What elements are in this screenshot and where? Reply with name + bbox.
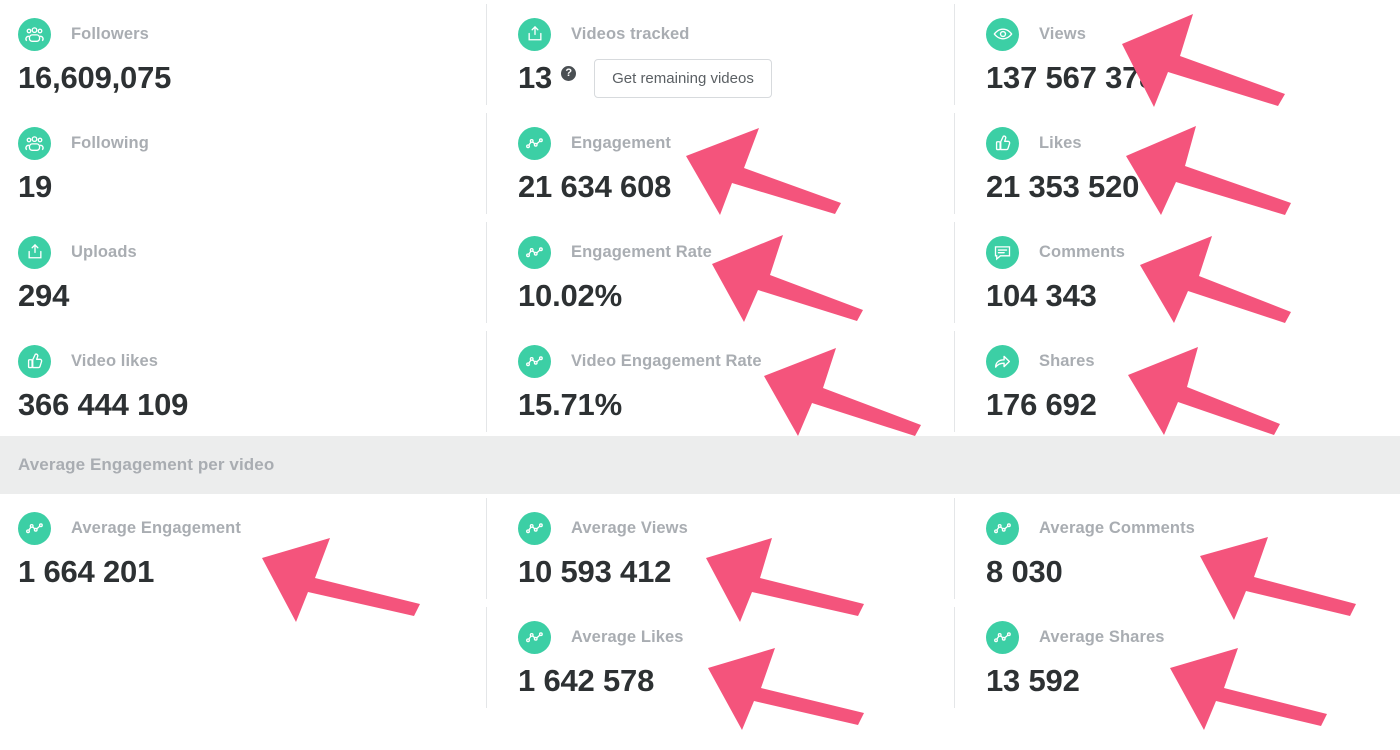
metric-card-video-likes: Video likes 366 444 109 — [0, 327, 486, 436]
comment-icon — [986, 235, 1019, 269]
metric-label: Views — [1039, 24, 1086, 43]
metric-value: 10.02% — [518, 278, 622, 313]
metric-card-likes: Likes 21 353 520 — [954, 109, 1400, 218]
metrics-column-left: Followers 16,609,075 Following 19 Upload… — [0, 0, 486, 436]
metric-card-engagement-rate: Engagement Rate 10.02% — [486, 218, 954, 327]
metric-label: Videos tracked — [571, 24, 690, 43]
metric-card-average-likes: Average Likes 1 642 578 — [486, 603, 954, 712]
metric-card-comments: Comments 104 343 — [954, 218, 1400, 327]
metric-value: 8 030 — [986, 554, 1063, 589]
graph-icon — [986, 511, 1019, 545]
metric-header: Average Shares — [986, 620, 1400, 654]
thumbs-up-icon — [986, 126, 1019, 160]
metric-value: 16,609,075 — [18, 60, 172, 95]
metric-label: Average Comments — [1039, 518, 1195, 537]
thumbs-up-icon — [18, 344, 51, 378]
metric-header: Followers — [18, 17, 486, 51]
metric-value: 1 664 201 — [18, 554, 155, 589]
metric-card-followers: Followers 16,609,075 — [0, 0, 486, 109]
empty-cell — [0, 603, 486, 712]
metric-header: Views — [986, 17, 1400, 51]
metric-card-following: Following 19 — [0, 109, 486, 218]
average-column-middle: Average Views 10 593 412 Average Likes 1… — [486, 494, 954, 712]
followers-icon — [18, 17, 51, 51]
metric-value: 13 592 — [986, 663, 1080, 698]
metric-value-row: 13 ? Get remaining videos — [518, 57, 954, 99]
metric-header: Uploads — [18, 235, 486, 269]
metric-value: 21 634 608 — [518, 169, 672, 204]
metric-label: Average Shares — [1039, 627, 1165, 646]
metric-label: Likes — [1039, 133, 1082, 152]
metric-header: Following — [18, 126, 486, 160]
graph-icon — [18, 511, 51, 545]
metric-label: Engagement Rate — [571, 242, 712, 261]
uploads-icon — [518, 17, 551, 51]
metric-label: Uploads — [71, 242, 137, 261]
share-icon — [986, 344, 1019, 378]
graph-icon — [518, 620, 551, 654]
metric-value: 21 353 520 — [986, 169, 1140, 204]
metric-label: Average Likes — [571, 627, 684, 646]
metric-value: 294 — [18, 278, 70, 313]
metric-label: Shares — [1039, 351, 1095, 370]
metric-card-videos-tracked: Videos tracked 13 ? Get remaining videos — [486, 0, 954, 109]
get-remaining-videos-button[interactable]: Get remaining videos — [594, 58, 772, 98]
metric-header: Shares — [986, 344, 1400, 378]
average-column-left: Average Engagement 1 664 201 — [0, 494, 486, 712]
graph-icon — [986, 620, 1019, 654]
metric-value: 10 593 412 — [518, 554, 672, 589]
metric-header: Likes — [986, 126, 1400, 160]
section-header-average-engagement: Average Engagement per video — [0, 436, 1400, 494]
metric-card-average-views: Average Views 10 593 412 — [486, 494, 954, 603]
metric-header: Average Engagement — [18, 511, 486, 545]
metric-label: Following — [71, 133, 149, 152]
metric-label: Comments — [1039, 242, 1126, 261]
help-icon[interactable]: ? — [561, 65, 577, 81]
metric-value: 137 567 378 — [986, 60, 1157, 95]
following-icon — [18, 126, 51, 160]
metric-card-views: Views 137 567 378 — [954, 0, 1400, 109]
metrics-column-right: Views 137 567 378 Likes 21 353 520 Comme… — [954, 0, 1400, 436]
metric-value: 366 444 109 — [18, 387, 189, 422]
graph-icon — [518, 126, 551, 160]
eye-icon — [986, 17, 1019, 51]
metric-value: 19 — [18, 169, 53, 204]
metrics-column-middle: Videos tracked 13 ? Get remaining videos — [486, 0, 954, 436]
metric-label: Engagement — [571, 133, 672, 152]
main-metrics-grid: Followers 16,609,075 Following 19 Upload… — [0, 0, 1400, 436]
graph-icon — [518, 344, 551, 378]
section-title: Average Engagement per video — [18, 455, 275, 474]
metric-header: Average Comments — [986, 511, 1400, 545]
graph-icon — [518, 511, 551, 545]
metric-header: Average Likes — [518, 620, 954, 654]
metric-value: 176 692 — [986, 387, 1097, 422]
metric-card-average-comments: Average Comments 8 030 — [954, 494, 1400, 603]
metric-card-engagement: Engagement 21 634 608 — [486, 109, 954, 218]
metric-header: Engagement Rate — [518, 235, 954, 269]
metric-value: 104 343 — [986, 278, 1097, 313]
average-metrics-grid: Average Engagement 1 664 201 Average Vie… — [0, 494, 1400, 712]
metric-card-shares: Shares 176 692 — [954, 327, 1400, 436]
metric-label: Average Engagement — [71, 518, 241, 537]
metric-value: 13 — [518, 60, 553, 95]
metric-card-uploads: Uploads 294 — [0, 218, 486, 327]
metric-label: Followers — [71, 24, 149, 43]
metric-card-average-shares: Average Shares 13 592 — [954, 603, 1400, 712]
metric-header: Videos tracked — [518, 17, 954, 51]
metric-card-average-engagement: Average Engagement 1 664 201 — [0, 494, 486, 603]
metric-label: Video likes — [71, 351, 159, 370]
metric-label: Video Engagement Rate — [571, 351, 762, 370]
metric-header: Video Engagement Rate — [518, 344, 954, 378]
metric-header: Engagement — [518, 126, 954, 160]
metric-value: 15.71% — [518, 387, 622, 422]
metric-header: Video likes — [18, 344, 486, 378]
metric-card-video-engagement-rate: Video Engagement Rate 15.71% — [486, 327, 954, 436]
graph-icon — [518, 235, 551, 269]
metric-label: Average Views — [571, 518, 688, 537]
uploads-icon — [18, 235, 51, 269]
average-column-right: Average Comments 8 030 Average Shares 13… — [954, 494, 1400, 712]
metric-header: Average Views — [518, 511, 954, 545]
metric-header: Comments — [986, 235, 1400, 269]
metric-value: 1 642 578 — [518, 663, 655, 698]
